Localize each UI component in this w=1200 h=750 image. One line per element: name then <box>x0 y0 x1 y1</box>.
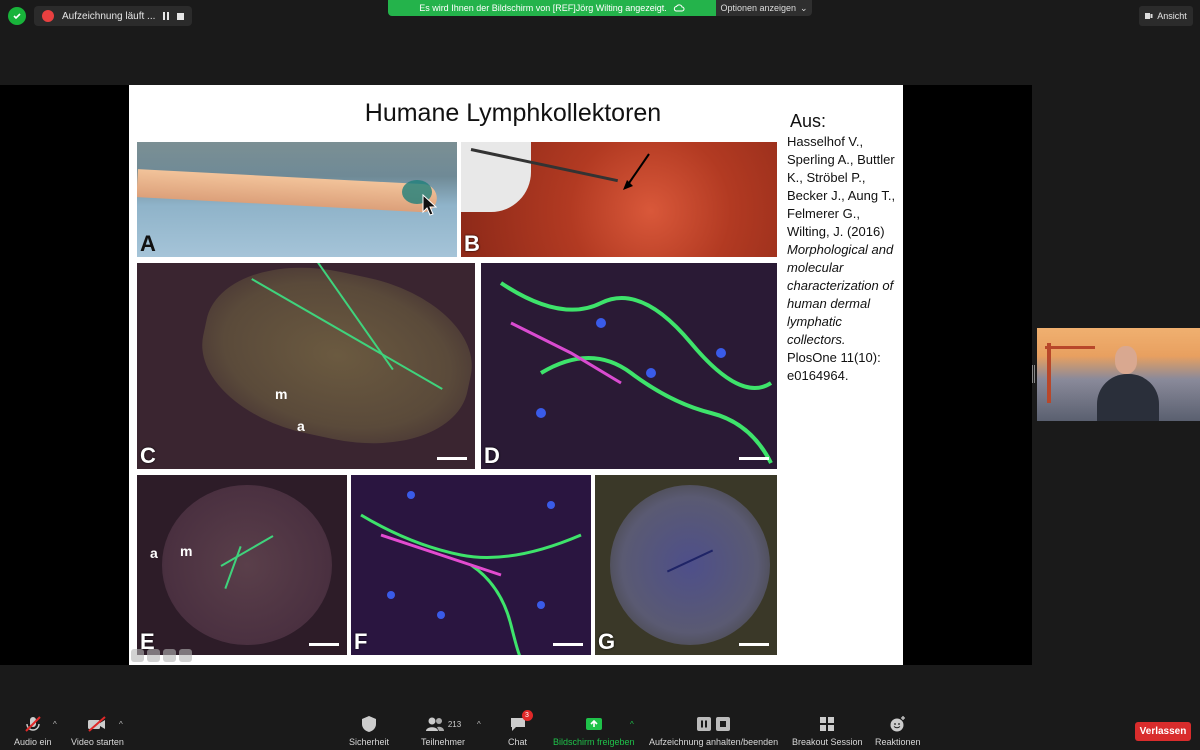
audio-button[interactable]: Audio ein <box>14 714 52 747</box>
audio-options-caret[interactable]: ^ <box>53 720 57 729</box>
reference-title: Morphological and molecular characteriza… <box>787 242 894 347</box>
participants-button[interactable]: 213 Teilnehmer <box>421 714 465 747</box>
label-a: a <box>297 418 305 434</box>
scale-bar <box>739 643 769 646</box>
pause-icon <box>697 717 712 731</box>
panel-label-b: B <box>464 231 480 256</box>
share-options-caret[interactable]: ^ <box>630 720 634 729</box>
recording-label: Aufzeichnung läuft ... <box>62 10 156 22</box>
scale-bar <box>309 643 339 646</box>
chat-label: Chat <box>508 737 528 747</box>
share-message: Es wird Ihnen der Bildschirm von [REF]Jö… <box>388 0 716 16</box>
scale-bar <box>553 643 583 646</box>
reactions-button[interactable]: Reaktionen <box>875 714 921 747</box>
panel-label-c: C <box>140 443 156 468</box>
chat-unread-badge: 3 <box>521 710 533 721</box>
recording-indicator: Aufzeichnung läuft ... <box>34 6 193 26</box>
share-screen-icon <box>585 714 603 734</box>
figure-panel-b: B <box>461 142 777 257</box>
menu-icon[interactable] <box>163 649 176 662</box>
leave-meeting-button[interactable]: Verlassen <box>1135 722 1191 741</box>
reference-heading: Aus: <box>790 111 827 131</box>
screen-share-banner: Es wird Ihnen der Bildschirm von [REF]Jö… <box>388 0 812 16</box>
reference-journal: PlosOne 11(10): e0164964. <box>787 350 881 383</box>
presentation-slide: Humane Lymphkollektoren A B m a C D a m … <box>129 85 903 665</box>
video-off-icon <box>87 714 107 734</box>
label-a: a <box>150 545 158 561</box>
next-slide-icon[interactable] <box>179 649 192 662</box>
view-label: Ansicht <box>1157 11 1187 21</box>
muted-microphone-icon <box>24 714 42 734</box>
panel-label-a: A <box>140 231 156 256</box>
breakout-label: Breakout Session <box>792 737 863 747</box>
figure-panel-a: A <box>137 142 457 257</box>
arrow-icon <box>623 153 650 190</box>
recording-controls-icons <box>697 714 731 734</box>
cloud-icon <box>673 4 685 12</box>
pause-recording-icon[interactable] <box>163 12 170 20</box>
video-options-caret[interactable]: ^ <box>119 720 123 729</box>
figure-panel-c: m a C <box>137 263 475 469</box>
reference-text: Hasselhof V., Sperling A., Buttler K., S… <box>787 133 899 385</box>
participants-options-caret[interactable]: ^ <box>477 720 481 729</box>
label-m: m <box>180 543 193 559</box>
reference-authors: Hasselhof V., Sperling A., Buttler K., S… <box>787 134 896 239</box>
scale-bar <box>437 457 467 460</box>
security-button[interactable]: Sicherheit <box>349 714 389 747</box>
security-label: Sicherheit <box>349 737 390 747</box>
recording-label: Aufzeichnung anhalten/beenden <box>649 737 779 747</box>
shared-screen: Humane Lymphkollektoren A B m a C D a m … <box>0 85 1032 665</box>
participant-video[interactable] <box>1037 328 1200 421</box>
panel-label-d: D <box>484 443 500 468</box>
shield-icon <box>361 714 377 734</box>
smiley-plus-icon <box>889 714 907 734</box>
chat-icon: 3 <box>509 710 533 734</box>
zoom-meeting-window: Aufzeichnung läuft ... Es wird Ihnen der… <box>0 0 1200 750</box>
share-message-text: Es wird Ihnen der Bildschirm von [REF]Jö… <box>419 3 667 13</box>
participant-count: 213 <box>447 719 462 729</box>
video-label: Video starten <box>71 737 124 747</box>
view-layout-icon <box>1145 13 1153 19</box>
meeting-toolbar: Audio ein ^ Video starten ^ Sicherheit 2… <box>0 710 1200 750</box>
label-m: m <box>275 386 288 402</box>
view-options-label: Optionen anzeigen <box>720 3 796 13</box>
figure-panel-f: F <box>351 475 591 655</box>
reactions-label: Reaktionen <box>875 737 921 747</box>
stop-recording-icon[interactable] <box>177 12 185 20</box>
stop-icon <box>716 717 731 731</box>
breakout-grid-icon <box>819 714 835 734</box>
video-button[interactable]: Video starten <box>71 714 124 747</box>
pen-icon[interactable] <box>147 649 160 662</box>
view-button[interactable]: Ansicht <box>1139 6 1193 26</box>
participants-label: Teilnehmer <box>421 737 466 747</box>
top-left-controls: Aufzeichnung läuft ... <box>8 6 193 26</box>
figure-panel-g: G <box>595 475 777 655</box>
video-panel-handle[interactable] <box>1032 365 1035 383</box>
panel-label-g: G <box>598 629 616 654</box>
breakout-session-button[interactable]: Breakout Session <box>792 714 863 747</box>
chat-button[interactable]: 3 Chat <box>508 710 533 747</box>
scale-bar <box>739 457 769 460</box>
security-shield-icon[interactable] <box>8 7 26 25</box>
figure-panel-d: D <box>481 263 777 469</box>
mouse-cursor-icon <box>422 194 438 216</box>
chevron-down-icon: ⌄ <box>800 2 808 13</box>
participants-icon: 213 <box>425 714 461 734</box>
share-screen-button[interactable]: Bildschirm freigeben <box>553 714 635 747</box>
cloud-recording-icon <box>42 10 54 22</box>
recording-button[interactable]: Aufzeichnung anhalten/beenden <box>649 714 778 747</box>
slide-title: Humane Lymphkollektoren <box>364 99 662 127</box>
view-options-button[interactable]: Optionen anzeigen ⌄ <box>716 0 812 16</box>
figure-panel-e: a m E <box>137 475 347 655</box>
audio-label: Audio ein <box>14 737 52 747</box>
panel-label-f: F <box>354 629 368 654</box>
share-screen-label: Bildschirm freigeben <box>553 737 635 747</box>
slide-navigation <box>131 649 192 662</box>
previous-slide-icon[interactable] <box>131 649 144 662</box>
